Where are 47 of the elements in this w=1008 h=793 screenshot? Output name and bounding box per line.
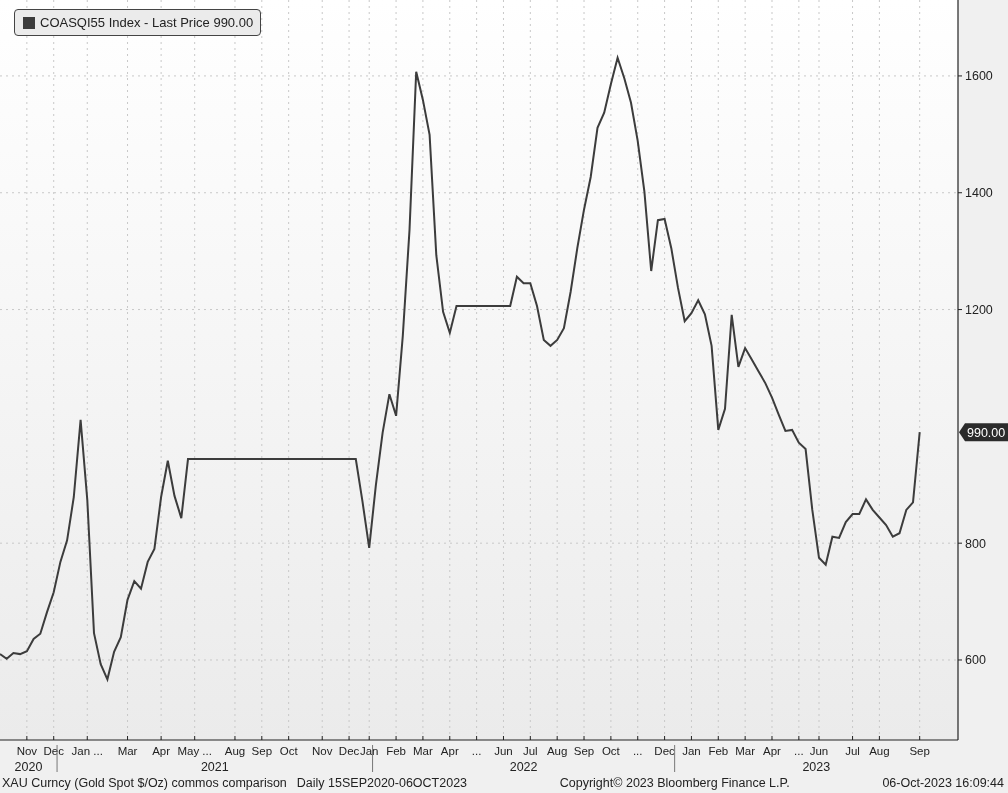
year-label: 2021 — [200, 760, 229, 772]
year-label: 2023 — [802, 760, 831, 772]
axis-label: 800 — [965, 536, 986, 551]
axis-label: Jan — [682, 745, 701, 757]
axis-label: Jun — [809, 745, 829, 757]
axis-label: Jan ... — [71, 745, 103, 757]
axis-label: Nov — [312, 745, 333, 757]
axis-label: Oct — [279, 745, 298, 757]
chart-description: XAU Curncy (Gold Spot $/Oz) commos comparison — [2, 775, 287, 790]
axis-label: Feb — [386, 745, 406, 757]
axis-label: Sep — [909, 745, 930, 757]
axis-label: Sep — [573, 745, 595, 757]
axis-label: Apr — [152, 745, 171, 757]
axis-label: Apr — [440, 745, 459, 757]
axis-label: May ... — [177, 745, 212, 757]
last-price-tag: 990.00 — [959, 423, 1008, 442]
year-label: 2020 — [14, 760, 43, 772]
axis-label: 1200 — [965, 303, 993, 318]
axis-label: ... — [632, 745, 643, 757]
legend-text: COASQI55 Index - Last Price 990.00 — [40, 15, 254, 30]
timestamp: 06-Oct-2023 16:09:44 — [882, 775, 1004, 790]
axis-label: Dec — [654, 745, 675, 757]
year-label: 2022 — [509, 760, 538, 772]
axis-label: Dec — [338, 745, 360, 757]
axis-label: Jan — [359, 745, 379, 757]
axis-label: Nov — [16, 745, 38, 757]
axis-label: Mar — [735, 745, 756, 757]
axis-label: Mar — [117, 745, 138, 757]
axis-label: Apr — [763, 745, 781, 757]
copyright: Copyright© 2023 Bloomberg Finance L.P. — [559, 775, 790, 790]
axis-label: Jul — [845, 745, 860, 757]
axis-label: Aug — [869, 745, 890, 757]
axis-label: 600 — [965, 653, 986, 668]
axis-label: Aug — [224, 745, 246, 757]
axis-label: Sep — [251, 745, 273, 757]
date-range: Daily 15SEP2020-06OCT2023 — [296, 775, 468, 790]
axis-label: Dec — [43, 745, 64, 757]
axis-label: Jun — [494, 745, 513, 757]
axis-label: Mar — [413, 745, 433, 757]
axis-label: 1400 — [965, 186, 993, 201]
axis-label: Aug — [546, 745, 568, 757]
axis-label: 1600 — [965, 69, 993, 84]
axis-label: ... — [794, 745, 804, 757]
axis-label: Oct — [601, 745, 620, 757]
axis-label: ... — [471, 745, 482, 757]
axis-label: Feb — [708, 745, 729, 757]
axis-label: Jul — [522, 745, 538, 757]
